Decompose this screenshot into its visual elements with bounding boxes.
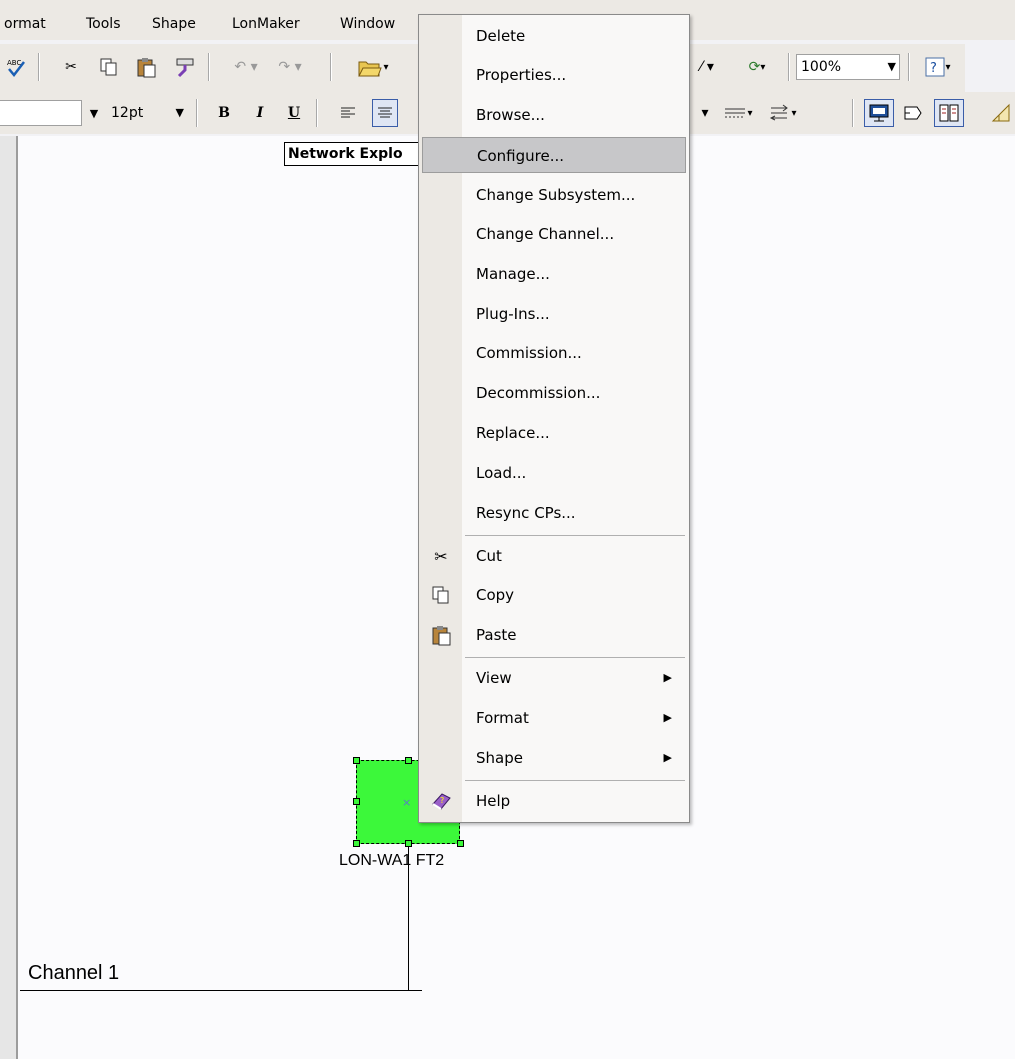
menu-item-change-subsystem[interactable]: Change Subsystem... — [422, 177, 686, 213]
line-pattern-icon[interactable]: ▾ — [718, 100, 758, 126]
svg-text:?: ? — [930, 61, 937, 76]
device-shape-icon[interactable] — [864, 99, 894, 127]
menu-item-configure[interactable]: Configure... — [422, 137, 686, 173]
menu-format[interactable]: ormat — [4, 16, 46, 32]
chevron-down-icon[interactable]: ▼ — [176, 106, 184, 119]
menu-item-properties[interactable]: Properties... — [422, 57, 686, 93]
toolbar-separator — [852, 99, 854, 127]
svg-text:?: ? — [440, 796, 444, 805]
menu-separator — [465, 535, 685, 536]
submenu-arrow-icon: ▶ — [663, 671, 672, 684]
menu-item-load[interactable]: Load... — [422, 455, 686, 491]
line-ends-icon[interactable]: ▾ — [760, 100, 804, 126]
toolbar-separator — [38, 53, 40, 81]
menu-item-paste[interactable]: Paste — [422, 617, 686, 653]
undo-icon[interactable]: ↶ ▾ — [226, 54, 266, 80]
menu-item-cut[interactable]: ✂ Cut — [422, 538, 686, 574]
menu-lonmaker[interactable]: LonMaker — [232, 16, 300, 32]
redo-icon[interactable]: ↷ ▾ — [270, 54, 310, 80]
network-variable-icon[interactable] — [934, 99, 964, 127]
menu-item-decommission[interactable]: Decommission... — [422, 375, 686, 411]
selection-handle[interactable] — [405, 840, 412, 847]
font-combo[interactable] — [0, 100, 82, 126]
selection-handle[interactable] — [353, 757, 360, 764]
ruler-strip — [0, 136, 18, 1059]
font-size-value: 12pt — [111, 105, 144, 121]
help-book-icon: ? — [430, 790, 452, 812]
zoom-combo[interactable]: 100% ▼ — [796, 54, 900, 80]
chevron-down-icon[interactable]: ▼ — [888, 60, 896, 73]
copy-icon — [430, 584, 452, 606]
line-color-dropdown[interactable]: ▾ — [688, 100, 722, 126]
menu-item-plug-ins[interactable]: Plug-Ins... — [422, 296, 686, 332]
drawing-tools-icon[interactable] — [990, 100, 1015, 126]
scissors-icon: ✂ — [434, 546, 448, 566]
cut-icon[interactable]: ✂ — [60, 54, 82, 80]
selection-handle[interactable] — [405, 757, 412, 764]
chevron-down-icon[interactable]: ▼ — [84, 100, 104, 126]
menu-item-shape[interactable]: Shape ▶ — [422, 740, 686, 776]
toolbar-separator — [330, 53, 332, 81]
toolbar-separator — [788, 53, 790, 81]
copy-icon[interactable] — [98, 54, 120, 80]
svg-text:ABC: ABC — [7, 59, 21, 67]
menu-item-resync-cps[interactable]: Resync CPs... — [422, 495, 686, 531]
align-left-icon[interactable] — [336, 100, 360, 126]
device-node-label: LON-WA1 FT2 — [339, 852, 445, 869]
menu-item-view[interactable]: View ▶ — [422, 660, 686, 696]
channel-label: Channel 1 — [28, 962, 120, 984]
menu-item-manage[interactable]: Manage... — [422, 256, 686, 292]
toolbar-separator — [908, 53, 910, 81]
format-painter-icon[interactable] — [172, 54, 198, 80]
menu-item-delete[interactable]: Delete — [422, 18, 686, 54]
open-icon[interactable]: ▾ — [350, 54, 396, 80]
italic-button[interactable]: I — [248, 100, 272, 126]
toolbar-separator — [196, 99, 198, 127]
menu-shape[interactable]: Shape — [152, 16, 196, 32]
submenu-arrow-icon: ▶ — [663, 751, 672, 764]
selection-handle[interactable] — [457, 840, 464, 847]
shape-center-marker: × — [402, 796, 412, 809]
menu-item-commission[interactable]: Commission... — [422, 335, 686, 371]
network-explorer-tab[interactable]: Network Explo — [284, 142, 424, 166]
toolbar-separator — [316, 99, 318, 127]
font-size-combo[interactable]: 12pt ▼ — [106, 100, 188, 126]
connector-dropdown[interactable]: ⁄ ▾ — [690, 54, 724, 80]
spelling-icon[interactable]: ABC — [4, 54, 28, 80]
selection-handle[interactable] — [353, 840, 360, 847]
rotate-icon[interactable]: ⟳ ▾ — [734, 54, 780, 80]
channel-line[interactable] — [20, 990, 422, 991]
toolbar-separator — [208, 53, 210, 81]
paste-icon[interactable] — [134, 54, 158, 80]
underline-button[interactable]: U — [282, 100, 306, 126]
menu-item-format[interactable]: Format ▶ — [422, 700, 686, 736]
menu-item-replace[interactable]: Replace... — [422, 415, 686, 451]
menu-tools[interactable]: Tools — [86, 16, 121, 32]
menu-separator — [465, 780, 685, 781]
menu-window[interactable]: Window — [340, 16, 395, 32]
help-icon[interactable]: ? ▾ — [918, 54, 958, 80]
context-menu: Delete Properties... Browse... Configure… — [418, 14, 690, 823]
selection-handle[interactable] — [353, 798, 360, 805]
submenu-arrow-icon: ▶ — [663, 711, 672, 724]
zoom-value: 100% — [801, 59, 842, 75]
menu-item-help[interactable]: ? Help — [422, 783, 686, 819]
menu-item-copy[interactable]: Copy — [422, 577, 686, 613]
menu-item-browse[interactable]: Browse... — [422, 97, 686, 133]
align-center-icon[interactable] — [372, 99, 398, 127]
bold-button[interactable]: B — [212, 100, 236, 126]
paste-icon — [430, 624, 452, 646]
menu-separator — [465, 657, 685, 658]
menu-item-change-channel[interactable]: Change Channel... — [422, 216, 686, 252]
functional-block-icon[interactable] — [898, 100, 928, 126]
